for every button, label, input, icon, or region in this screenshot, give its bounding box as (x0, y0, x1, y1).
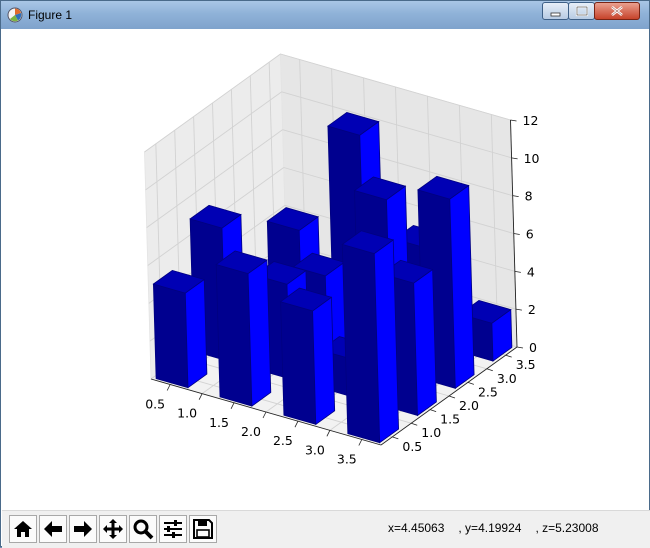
bar-side-face (312, 296, 336, 426)
window-title: Figure 1 (28, 8, 73, 22)
x-tick-mark (294, 420, 299, 428)
bar-2-1 (215, 250, 272, 407)
zoom-button[interactable] (129, 515, 157, 543)
z-tick-label: 4 (527, 264, 535, 279)
z-tick-label: 0 (529, 340, 537, 355)
title-bar[interactable]: Figure 1 (1, 1, 649, 29)
arrow-right-icon (74, 521, 92, 537)
x-tick-mark (358, 439, 363, 446)
bar-front-face (280, 301, 317, 425)
x-tick-label: 2.0 (241, 424, 261, 439)
x-tick-label: 3.0 (305, 442, 325, 457)
y-tick-label: 3.0 (497, 371, 517, 386)
figure-canvas[interactable]: 0.5 1.0 1.5 2.0 2.5 3.0 3.5 0.5 1.0 1.5 2.0 2.5 3.0 3… (7, 31, 645, 509)
y-tick-mark (411, 422, 418, 426)
bar-1-1 (152, 269, 208, 389)
figure-window: Figure 1 0.5 1.0 1.5 2.0 2.5 3.0 3.5 0.5 1.0 1.5 2… (0, 0, 650, 548)
x-tick-mark (166, 384, 171, 391)
cursor-coordinates: x=4.45063 , y=4.19924 , z=5.23008 (388, 521, 613, 535)
arrow-left-icon (44, 521, 62, 537)
z-tick-label: 2 (528, 302, 536, 317)
close-icon (611, 5, 623, 17)
z-tick-mark (510, 119, 517, 122)
pan-button[interactable] (99, 515, 127, 543)
x-tick-mark (326, 430, 331, 437)
z-tick-mark (516, 346, 524, 349)
y-tick-label: 2.5 (478, 384, 498, 399)
bar-3-1 (279, 287, 336, 426)
coord-x: x=4.45063 (388, 521, 445, 535)
coord-y: , y=4.19924 (458, 521, 522, 535)
y-tick-mark (467, 382, 475, 385)
app-icon (7, 7, 23, 23)
x-tick-label: 3.5 (337, 452, 357, 467)
z-tick-label: 6 (526, 227, 534, 242)
z-tick-label: 8 (525, 189, 533, 204)
bar-side-face (247, 259, 272, 407)
bar-side-face (413, 268, 437, 417)
home-button[interactable] (9, 515, 37, 543)
y-tick-label: 3.5 (516, 357, 536, 372)
z-tick-mark (511, 157, 518, 160)
bar-front-face (215, 263, 253, 407)
floppy-icon (193, 519, 213, 539)
z-tick-mark (513, 233, 520, 235)
x-tick-label: 1.5 (209, 415, 229, 430)
forward-button[interactable] (69, 515, 97, 543)
minimize-button[interactable] (542, 2, 569, 20)
minimize-icon (550, 12, 561, 17)
x-tick-mark (262, 411, 267, 419)
maximize-button[interactable] (568, 2, 595, 20)
close-button[interactable] (594, 2, 640, 20)
coord-z: , z=5.23008 (535, 521, 599, 535)
bar-4-1 (341, 230, 400, 444)
back-button[interactable] (39, 515, 67, 543)
sliders-icon (164, 520, 182, 538)
subplots-button[interactable] (159, 515, 187, 543)
y-tick-label: 1.0 (421, 425, 441, 440)
home-icon (14, 521, 32, 537)
y-tick-mark (505, 354, 512, 358)
z-tick-label: 12 (523, 113, 539, 128)
move-icon (103, 519, 123, 539)
bar-side-face (184, 278, 208, 389)
x-tick-mark (230, 402, 235, 410)
z-tick-mark (515, 308, 522, 311)
bar3d-chart[interactable]: 0.51.01.52.02.53.03.50.51.01.52.02.53.03… (7, 31, 645, 509)
save-button[interactable] (189, 515, 217, 543)
x-tick-mark (198, 393, 203, 400)
y-tick-label: 0.5 (402, 439, 422, 454)
y-tick-mark (486, 368, 493, 372)
z-tick-mark (512, 195, 519, 198)
bar-front-face (152, 283, 189, 389)
x-tick-label: 1.0 (177, 406, 197, 421)
z-tick-mark (514, 270, 521, 273)
y-tick-mark (429, 409, 437, 412)
y-tick-label: 2.0 (459, 398, 479, 413)
maximize-icon (575, 5, 589, 17)
bar-front-face (341, 243, 381, 444)
y-tick-label: 1.5 (440, 412, 460, 427)
x-tick-label: 0.5 (145, 397, 165, 412)
y-tick-mark (392, 436, 399, 440)
y-tick-mark (448, 395, 456, 399)
z-tick-label: 10 (524, 151, 540, 166)
x-tick-label: 2.5 (273, 433, 293, 448)
navigation-toolbar: x=4.45063 , y=4.19924 , z=5.23008 (2, 510, 650, 548)
magnifier-icon (133, 519, 154, 540)
